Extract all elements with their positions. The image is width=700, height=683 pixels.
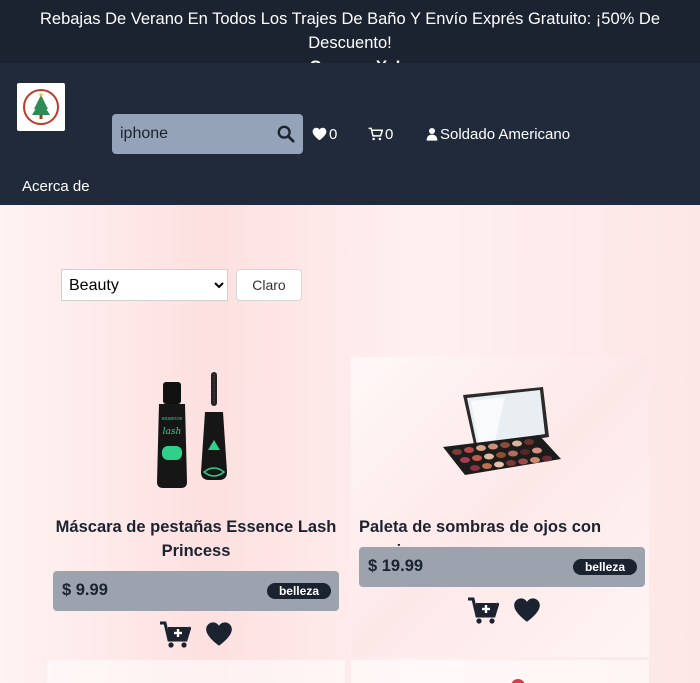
product-actions <box>47 621 345 654</box>
product-price: $ 19.99 <box>368 557 424 575</box>
user-name: Soldado Americano <box>440 125 571 143</box>
add-to-wishlist-button[interactable] <box>513 597 541 630</box>
heart-icon <box>312 127 327 141</box>
main-content: Beauty Claro lash essence Máscara de pes… <box>0 205 700 683</box>
heart-icon <box>206 622 232 646</box>
category-badge: belleza <box>572 559 637 575</box>
search-input[interactable] <box>112 114 272 154</box>
next-product-card[interactable] <box>47 660 345 683</box>
category-select[interactable]: Beauty <box>61 269 228 301</box>
next-product-card[interactable] <box>351 660 649 683</box>
search-box <box>112 114 303 154</box>
add-to-wishlist-button[interactable] <box>205 621 233 654</box>
svg-text:lash: lash <box>163 427 182 437</box>
user-account-link[interactable]: Soldado Americano <box>426 125 570 143</box>
wishlist-count: 0 <box>329 125 338 143</box>
clear-filter-button[interactable]: Claro <box>236 269 302 301</box>
svg-text:essence: essence <box>162 416 182 422</box>
header-nav: 0 0 Soldado Americano Acerca de <box>0 63 700 205</box>
cart-plus-icon <box>160 621 192 648</box>
product-card[interactable]: Paleta de sombras de ojos con espejo $ 1… <box>351 357 649 657</box>
cart-plus-icon <box>468 597 500 624</box>
product-actions <box>355 597 653 630</box>
category-badge: belleza <box>266 583 331 599</box>
partial-product-image <box>511 679 525 683</box>
cart-link[interactable]: 0 <box>368 125 393 143</box>
cart-icon <box>368 127 383 141</box>
heart-icon <box>514 598 540 622</box>
mascara-image: lash essence <box>157 372 227 488</box>
product-image-mascara[interactable]: lash essence <box>47 367 345 497</box>
store-logo[interactable] <box>17 83 65 131</box>
logo-icon <box>23 89 59 125</box>
product-image-eyeshadow-palette[interactable] <box>351 367 649 497</box>
eyeshadow-palette-image <box>443 387 561 475</box>
user-icon <box>426 128 438 141</box>
wishlist-link[interactable]: 0 <box>312 125 337 143</box>
price-bar: $ 19.99 belleza <box>359 547 645 587</box>
promo-banner: Rebajas De Verano En Todos Los Trajes De… <box>0 0 700 76</box>
add-to-cart-button[interactable] <box>159 621 192 654</box>
promo-text: Rebajas De Verano En Todos Los Trajes De… <box>39 10 661 52</box>
product-price: $ 9.99 <box>62 581 108 599</box>
search-icon[interactable] <box>277 125 295 143</box>
about-link[interactable]: Acerca de <box>22 178 90 195</box>
product-title[interactable]: Máscara de pestañas Essence Lash Princes… <box>55 515 337 563</box>
cart-count: 0 <box>385 125 394 143</box>
product-card[interactable]: lash essence Máscara de pestañas Essence… <box>47 357 345 657</box>
price-bar: $ 9.99 belleza <box>53 571 339 611</box>
add-to-cart-button[interactable] <box>467 597 500 630</box>
